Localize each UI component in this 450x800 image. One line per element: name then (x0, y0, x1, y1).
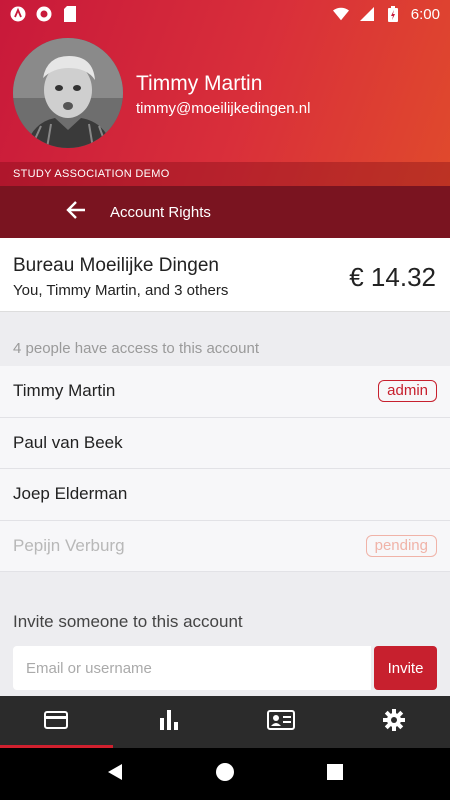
app-a-icon (10, 6, 26, 22)
signal-icon (359, 6, 375, 22)
sd-card-icon (62, 6, 78, 22)
battery-charging-icon (385, 6, 401, 22)
person-name: Paul van Beek (13, 432, 123, 452)
status-left (10, 6, 78, 22)
system-home-button[interactable] (205, 754, 245, 794)
circle-icon (36, 6, 52, 22)
circle-home-icon (215, 762, 235, 787)
pending-badge: pending (365, 534, 437, 557)
system-recents-button[interactable] (315, 754, 355, 794)
list-item[interactable]: Joep Elderman (0, 469, 450, 521)
contact-card-icon (267, 709, 296, 735)
triangle-back-icon (107, 763, 123, 786)
account-members: You, Timmy Martin, and 3 others (13, 282, 229, 299)
bar-chart-icon (158, 709, 180, 735)
account-name: Bureau Moeilijke Dingen (13, 255, 219, 276)
access-count-label: 4 people have access to this account (13, 340, 259, 357)
bottom-nav (0, 696, 450, 748)
settings-icon (382, 708, 405, 736)
arrow-left-icon (66, 200, 86, 224)
page-title: Account Rights (110, 203, 211, 221)
person-name: Timmy Martin (13, 381, 116, 401)
toolbar: Account Rights (0, 186, 450, 238)
system-back-button[interactable] (95, 754, 135, 794)
account-balance: € 14.32 (349, 262, 436, 292)
nav-settings[interactable] (338, 696, 450, 748)
list-item[interactable]: Paul van Beek (0, 417, 450, 469)
person-name: Pepijn Verburg (13, 535, 125, 555)
wifi-icon (332, 6, 349, 22)
status-bar: 6:00 (0, 0, 450, 28)
admin-badge: admin (378, 380, 437, 403)
account-card: Bureau Moeilijke Dingen You, Timmy Marti… (0, 238, 450, 312)
nav-statistics[interactable] (113, 696, 226, 748)
square-recents-icon (327, 763, 343, 785)
invite-label: Invite someone to this account (13, 612, 243, 631)
invite-input[interactable] (13, 646, 371, 690)
user-email: timmy@moeilijkedingen.nl (136, 100, 311, 117)
invite-button[interactable]: Invite (374, 646, 437, 690)
people-list: Timmy Martin admin Paul van Beek Joep El… (0, 366, 450, 572)
list-item[interactable]: Pepijn Verburg pending (0, 520, 450, 572)
status-right: 6:00 (332, 5, 440, 23)
clock: 6:00 (410, 5, 440, 23)
system-nav-bar (0, 748, 450, 800)
back-button[interactable] (56, 192, 96, 232)
avatar[interactable] (13, 38, 123, 148)
nav-profile[interactable] (225, 696, 338, 748)
card-icon (44, 710, 69, 734)
nav-accounts[interactable] (0, 696, 113, 748)
person-name: Joep Elderman (13, 484, 128, 504)
list-item[interactable]: Timmy Martin admin (0, 366, 450, 418)
user-name: Timmy Martin (136, 72, 263, 95)
association-label[interactable]: STUDY ASSOCIATION DEMO (0, 162, 450, 186)
